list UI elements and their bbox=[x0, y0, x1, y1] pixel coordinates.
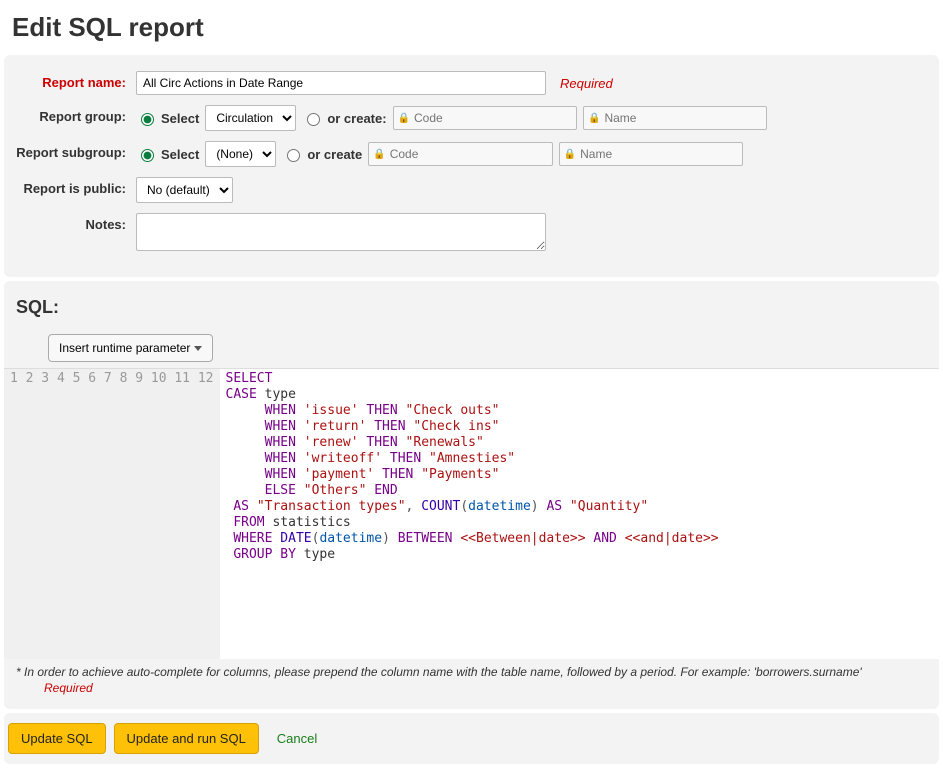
line-gutter: 1 2 3 4 5 6 7 8 9 10 11 12 bbox=[4, 369, 220, 659]
report-subgroup-select-label: Select bbox=[161, 147, 199, 162]
report-group-label: Report group: bbox=[16, 105, 136, 124]
chevron-down-icon bbox=[194, 346, 202, 351]
report-subgroup-name-input[interactable] bbox=[578, 145, 738, 163]
report-subgroup-select-radio[interactable] bbox=[141, 149, 154, 162]
report-name-label: Report name: bbox=[16, 71, 136, 90]
report-form: Report name: Required Report group: Sele… bbox=[4, 55, 939, 277]
report-subgroup-label: Report subgroup: bbox=[16, 141, 136, 160]
required-indicator: Required bbox=[560, 76, 613, 91]
report-subgroup-code-input[interactable] bbox=[388, 145, 548, 163]
insert-runtime-parameter-button[interactable]: Insert runtime parameter bbox=[48, 334, 213, 362]
lock-icon: 🔒 bbox=[373, 149, 385, 160]
report-group-name-input[interactable] bbox=[602, 109, 762, 127]
lock-icon: 🔒 bbox=[564, 149, 576, 160]
page-title: Edit SQL report bbox=[12, 12, 931, 43]
report-group-select[interactable]: Circulation bbox=[205, 105, 296, 131]
report-group-code-input[interactable] bbox=[412, 109, 572, 127]
report-group-name-wrap: 🔒 bbox=[583, 106, 767, 130]
report-group-select-radio[interactable] bbox=[141, 113, 154, 126]
report-group-select-label: Select bbox=[161, 111, 199, 126]
sql-heading: SQL: bbox=[16, 297, 927, 318]
sql-required: Required bbox=[44, 681, 927, 695]
report-group-create-radio[interactable] bbox=[307, 113, 320, 126]
report-subgroup-select[interactable]: (None) bbox=[205, 141, 276, 167]
report-subgroup-create-radio[interactable] bbox=[287, 149, 300, 162]
report-public-select[interactable]: No (default) bbox=[136, 177, 233, 203]
sql-code[interactable]: SELECT CASE type WHEN 'issue' THEN "Chec… bbox=[220, 369, 940, 659]
sql-section: SQL: Insert runtime parameter 1 2 3 4 5 … bbox=[4, 281, 939, 709]
lock-icon: 🔒 bbox=[588, 113, 600, 124]
report-subgroup-create-label: or create bbox=[307, 147, 362, 162]
sql-editor[interactable]: 1 2 3 4 5 6 7 8 9 10 11 12 SELECT CASE t… bbox=[4, 368, 939, 659]
report-name-input[interactable] bbox=[136, 71, 546, 95]
sql-hint: * In order to achieve auto-complete for … bbox=[16, 665, 927, 679]
update-sql-button[interactable]: Update SQL bbox=[8, 723, 106, 754]
notes-label: Notes: bbox=[16, 213, 136, 232]
report-group-create-label: or create: bbox=[327, 111, 386, 126]
lock-icon: 🔒 bbox=[398, 113, 410, 124]
report-subgroup-name-wrap: 🔒 bbox=[559, 142, 743, 166]
update-run-sql-button[interactable]: Update and run SQL bbox=[114, 723, 259, 754]
notes-textarea[interactable] bbox=[136, 213, 546, 251]
report-subgroup-code-wrap: 🔒 bbox=[368, 142, 552, 166]
report-group-code-wrap: 🔒 bbox=[393, 106, 577, 130]
action-bar: Update SQL Update and run SQL Cancel bbox=[4, 713, 939, 764]
report-public-label: Report is public: bbox=[16, 177, 136, 196]
cancel-button[interactable]: Cancel bbox=[267, 725, 327, 752]
insert-runtime-parameter-label: Insert runtime parameter bbox=[59, 341, 190, 355]
